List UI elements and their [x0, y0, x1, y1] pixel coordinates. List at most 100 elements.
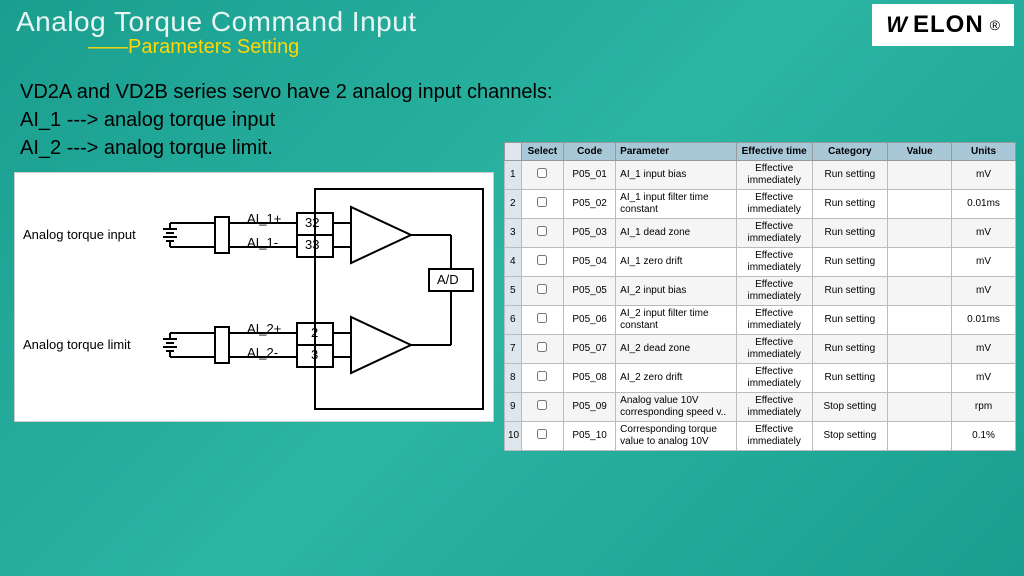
diagram-ad-label: A/D [437, 272, 459, 287]
row-units: mV [952, 161, 1016, 190]
row-checkbox[interactable] [537, 284, 547, 294]
row-code: P05_07 [564, 335, 616, 364]
row-effective-time: Effective immediately [736, 364, 812, 393]
diagram-label-torque-limit: Analog torque limit [23, 337, 131, 352]
row-effective-time: Effective immediately [736, 422, 812, 451]
row-code: P05_08 [564, 364, 616, 393]
brand-logo: W ELON ® [872, 4, 1014, 46]
row-checkbox[interactable] [537, 226, 547, 236]
row-parameter: AI_1 input filter time constant [616, 190, 737, 219]
page-title: Analog Torque Command Input [16, 6, 417, 38]
header-units: Units [952, 143, 1016, 161]
row-category: Stop setting [812, 393, 888, 422]
header-category: Category [812, 143, 888, 161]
intro-line-1: VD2A and VD2B series servo have 2 analog… [20, 78, 1024, 106]
row-parameter: AI_2 dead zone [616, 335, 737, 364]
row-number: 4 [505, 248, 522, 277]
row-value [888, 161, 952, 190]
row-units: mV [952, 335, 1016, 364]
row-parameter: AI_1 input bias [616, 161, 737, 190]
diagram-signal-ai1p: AI_1+ [247, 211, 281, 226]
row-code: P05_05 [564, 277, 616, 306]
row-code: P05_02 [564, 190, 616, 219]
parameter-table: Select Code Parameter Effective time Cat… [504, 142, 1016, 451]
row-checkbox[interactable] [537, 313, 547, 323]
table-row[interactable]: 8P05_08AI_2 zero driftEffective immediat… [505, 364, 1016, 393]
table-header-row: Select Code Parameter Effective time Cat… [505, 143, 1016, 161]
row-category: Run setting [812, 248, 888, 277]
row-value [888, 364, 952, 393]
row-category: Run setting [812, 161, 888, 190]
row-parameter: Analog value 10V corresponding speed v.. [616, 393, 737, 422]
table-row[interactable]: 2P05_02AI_1 input filter time constantEf… [505, 190, 1016, 219]
registered-icon: ® [990, 17, 1000, 33]
table-row[interactable]: 9P05_09Analog value 10V corresponding sp… [505, 393, 1016, 422]
row-parameter: AI_2 input filter time constant [616, 306, 737, 335]
header: Analog Torque Command Input ——Parameters… [0, 0, 1024, 72]
row-category: Run setting [812, 335, 888, 364]
diagram-pin-3: 3 [311, 347, 318, 362]
row-effective-time: Effective immediately [736, 190, 812, 219]
row-effective-time: Effective immediately [736, 277, 812, 306]
row-value [888, 277, 952, 306]
row-code: P05_03 [564, 219, 616, 248]
row-number: 10 [505, 422, 522, 451]
diagram-pin-33: 33 [305, 237, 319, 252]
row-category: Run setting [812, 277, 888, 306]
row-checkbox[interactable] [537, 429, 547, 439]
row-checkbox[interactable] [537, 371, 547, 381]
row-units: mV [952, 248, 1016, 277]
row-checkbox[interactable] [537, 197, 547, 207]
table-row[interactable]: 5P05_05AI_2 input biasEffective immediat… [505, 277, 1016, 306]
row-effective-time: Effective immediately [736, 335, 812, 364]
table-row[interactable]: 10P05_10Corresponding torque value to an… [505, 422, 1016, 451]
logo-text: ELON [913, 11, 984, 39]
circuit-diagram: Analog torque input Analog torque limit … [14, 172, 494, 422]
row-value [888, 190, 952, 219]
row-code: P05_04 [564, 248, 616, 277]
row-code: P05_10 [564, 422, 616, 451]
intro-line-2: AI_1 ---> analog torque input [20, 106, 1024, 134]
diagram-pin-2: 2 [311, 325, 318, 340]
row-value [888, 335, 952, 364]
row-select-cell [521, 306, 564, 335]
table-row[interactable]: 1P05_01AI_1 input biasEffective immediat… [505, 161, 1016, 190]
row-parameter: AI_2 input bias [616, 277, 737, 306]
row-select-cell [521, 364, 564, 393]
row-value [888, 248, 952, 277]
row-value [888, 422, 952, 451]
row-select-cell [521, 277, 564, 306]
header-parameter: Parameter [616, 143, 737, 161]
row-checkbox[interactable] [537, 342, 547, 352]
row-number: 1 [505, 161, 522, 190]
row-units: mV [952, 219, 1016, 248]
row-category: Run setting [812, 306, 888, 335]
table-row[interactable]: 7P05_07AI_2 dead zoneEffective immediate… [505, 335, 1016, 364]
diagram-label-torque-input: Analog torque input [23, 227, 136, 242]
row-units: 0.1% [952, 422, 1016, 451]
row-parameter: AI_1 zero drift [616, 248, 737, 277]
row-checkbox[interactable] [537, 255, 547, 265]
row-code: P05_09 [564, 393, 616, 422]
row-checkbox[interactable] [537, 400, 547, 410]
table-row[interactable]: 3P05_03AI_1 dead zoneEffective immediate… [505, 219, 1016, 248]
table-row[interactable]: 6P05_06AI_2 input filter time constantEf… [505, 306, 1016, 335]
row-code: P05_01 [564, 161, 616, 190]
row-units: mV [952, 277, 1016, 306]
header-rownum [505, 143, 522, 161]
row-parameter: AI_1 dead zone [616, 219, 737, 248]
row-select-cell [521, 248, 564, 277]
row-units: 0.01ms [952, 190, 1016, 219]
row-category: Stop setting [812, 422, 888, 451]
row-select-cell [521, 219, 564, 248]
row-select-cell [521, 161, 564, 190]
row-number: 8 [505, 364, 522, 393]
row-checkbox[interactable] [537, 168, 547, 178]
row-value [888, 306, 952, 335]
row-category: Run setting [812, 190, 888, 219]
row-code: P05_06 [564, 306, 616, 335]
body-area: Analog torque input Analog torque limit … [0, 162, 1024, 451]
header-effective-time: Effective time [736, 143, 812, 161]
table-row[interactable]: 4P05_04AI_1 zero driftEffective immediat… [505, 248, 1016, 277]
row-category: Run setting [812, 364, 888, 393]
